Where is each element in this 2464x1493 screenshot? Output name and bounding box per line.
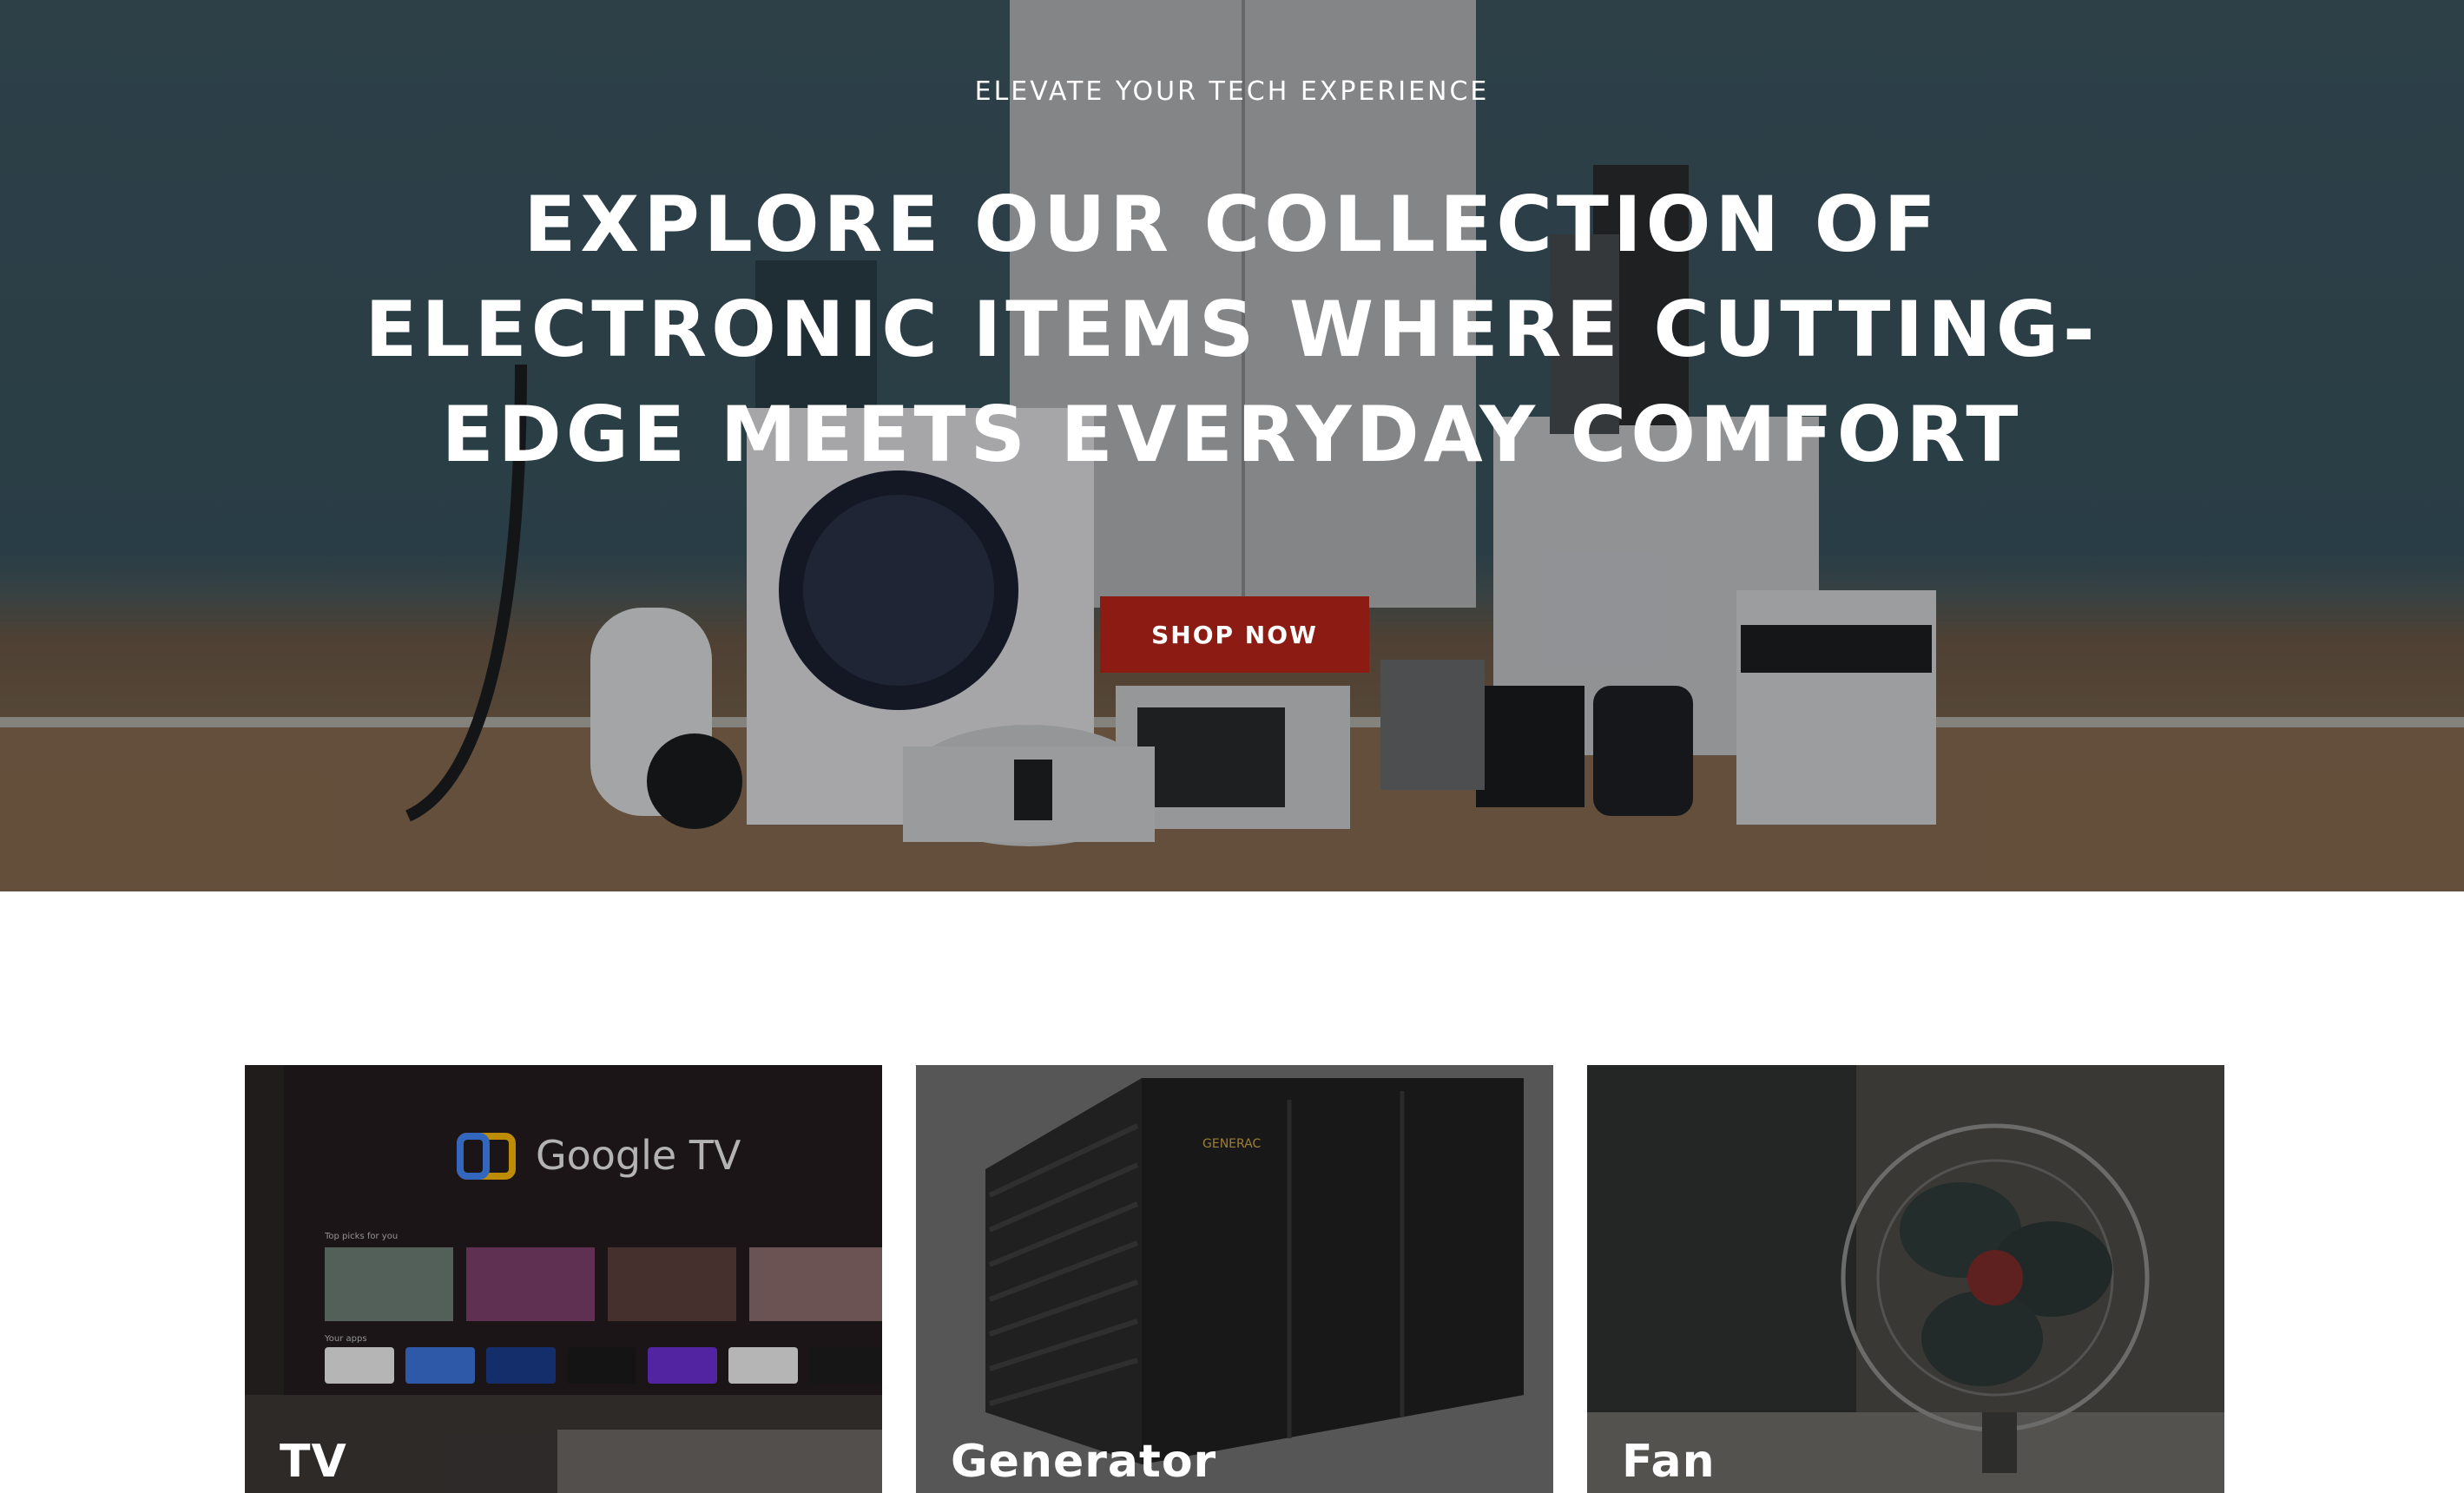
shop-now-button[interactable]: SHOP NOW xyxy=(1100,596,1369,673)
category-label-fan: Fan xyxy=(1622,1436,1716,1488)
category-card-generator[interactable]: GENERAC Generator xyxy=(916,1065,1553,1493)
category-grid: Google TV Top picks for you Your apps TV xyxy=(245,1065,2224,1493)
card-shade xyxy=(1587,1065,2224,1493)
hero-headline: EXPLORE OUR COLLECTION OF ELECTRONIC ITE… xyxy=(365,180,2099,479)
hero-content: ELEVATE YOUR TECH EXPERIENCE EXPLORE OUR… xyxy=(0,0,2464,891)
card-shade xyxy=(245,1065,882,1493)
category-label-tv: TV xyxy=(280,1436,347,1488)
card-shade xyxy=(916,1065,1553,1493)
category-label-generator: Generator xyxy=(951,1436,1217,1488)
hero-banner: ELEVATE YOUR TECH EXPERIENCE EXPLORE OUR… xyxy=(0,0,2464,891)
hero-eyebrow: ELEVATE YOUR TECH EXPERIENCE xyxy=(974,76,1490,107)
category-card-tv[interactable]: Google TV Top picks for you Your apps TV xyxy=(245,1065,882,1493)
category-card-fan[interactable]: Fan xyxy=(1587,1065,2224,1493)
